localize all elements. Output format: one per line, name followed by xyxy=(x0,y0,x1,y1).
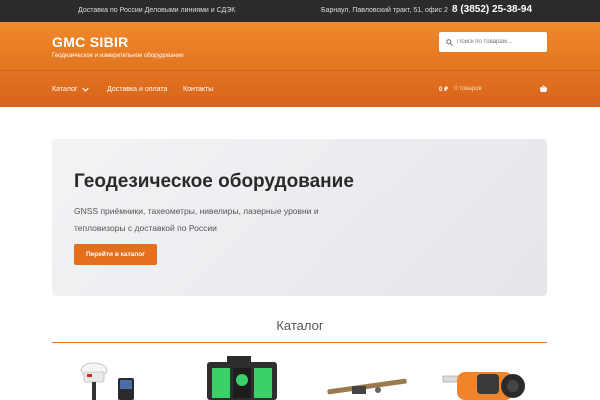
search-box[interactable] xyxy=(439,32,547,52)
go-to-catalog-button[interactable]: Перейти в каталог xyxy=(74,244,157,265)
laser-level-image[interactable] xyxy=(187,350,297,400)
phone-number[interactable]: 8 (3852) 25-38-94 xyxy=(452,4,532,15)
site-tagline: Геодезическое и измерительное оборудован… xyxy=(52,53,184,59)
main-nav: Каталог Доставка и оплата Контакты 0 ₽ 0… xyxy=(0,70,600,107)
product-row xyxy=(52,350,547,400)
nav-delivery[interactable]: Доставка и оплата xyxy=(107,86,167,93)
search-icon xyxy=(446,38,453,46)
catalog-divider xyxy=(52,342,547,343)
hero-banner: Геодезическое оборудование GNSS приёмник… xyxy=(52,139,547,296)
level-tool-image[interactable] xyxy=(322,350,412,400)
nav-contacts[interactable]: Контакты xyxy=(183,86,213,93)
top-bar: Доставка по России Деловыми линиями и СД… xyxy=(0,0,600,22)
search-input[interactable] xyxy=(457,39,547,45)
site-header: GMC SIBIR Геодезическое и измерительное … xyxy=(0,22,600,107)
hero-title: Геодезическое оборудование xyxy=(74,171,354,192)
hero-subtitle: GNSS приёмники, тахеометры, нивелиры, ла… xyxy=(74,206,319,233)
catalog-heading: Каталог xyxy=(276,318,324,333)
basket-icon xyxy=(539,85,547,92)
chevron-down-icon xyxy=(82,87,90,92)
gnss-receiver-image[interactable] xyxy=(74,350,144,400)
cart-total: 0 ₽ xyxy=(439,86,449,93)
delivery-info: Доставка по России Деловыми линиями и СД… xyxy=(78,7,236,14)
nav-catalog-label: Каталог xyxy=(52,86,78,93)
store-address: Барнаул, Павловский тракт, 51, офис 2 xyxy=(321,7,448,14)
cart-link[interactable]: 0 ₽ 0 товаров xyxy=(439,85,548,93)
optical-level-image[interactable] xyxy=(437,350,547,400)
site-logo[interactable]: GMC SIBIR xyxy=(52,34,129,50)
cart-count: 0 товаров xyxy=(454,86,482,92)
nav-catalog[interactable]: Каталог xyxy=(52,86,90,93)
